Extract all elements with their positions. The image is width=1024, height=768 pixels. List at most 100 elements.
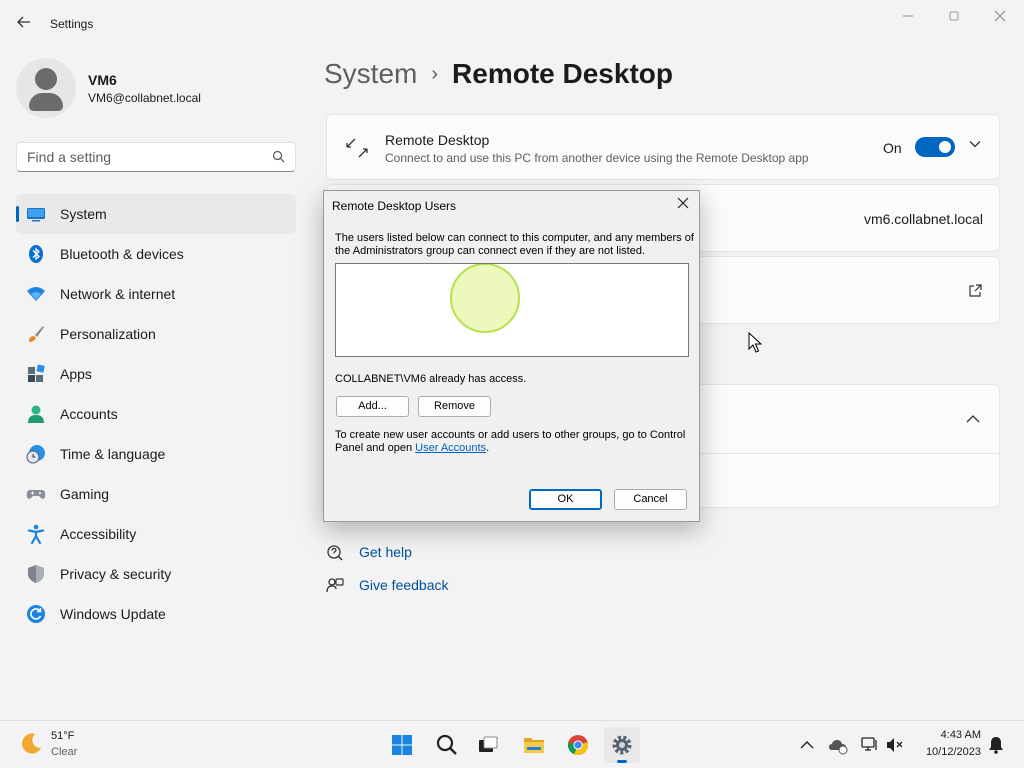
avatar[interactable] [16,58,76,118]
sidebar-item-windows-update[interactable]: Windows Update [16,594,296,634]
breadcrumb-parent[interactable]: System [324,58,417,89]
minimize-button[interactable] [892,8,924,28]
avatar-body [29,93,63,111]
sidebar-item-label: System [60,206,107,222]
chevron-up-icon[interactable] [965,411,981,427]
remove-user-button[interactable]: Remove [418,396,491,417]
taskbar: 51°F Clear 4:43 AM 10/12/2023 [0,720,1024,768]
close-icon [994,10,1006,22]
clock-date[interactable]: 10/12/2023 [926,746,981,758]
remote-desktop-card[interactable]: Remote Desktop Connect to and use this P… [326,114,1000,180]
network-icon[interactable] [860,735,880,755]
open-external-icon [969,284,982,297]
remote-desktop-title: Remote Desktop [385,132,490,148]
notification-bell-icon[interactable] [986,735,1006,755]
sidebar-item-label: Windows Update [60,606,166,622]
sidebar-item-label: Network & internet [60,286,176,302]
search-input[interactable] [27,149,267,165]
time-language-icon [26,445,45,464]
wifi-icon [27,287,45,301]
sidebar-item-personalization[interactable]: Personalization [16,314,296,354]
remote-desktop-description: Connect to and use this PC from another … [385,151,809,165]
brush-icon [29,326,44,342]
toggle-state-label: On [883,140,902,156]
close-icon [677,197,689,209]
taskbar-task-view-button[interactable] [470,727,506,763]
search-icon[interactable] [272,150,285,166]
update-icon [27,605,45,623]
sidebar-item-label: Accessibility [60,526,137,542]
taskbar-chrome-button[interactable] [560,727,596,763]
app-title: Settings [50,17,94,31]
arrow-left-icon [17,16,30,28]
weather-temperature[interactable]: 51°F [51,730,74,742]
search-box[interactable] [16,142,296,172]
remote-desktop-users-dialog: Remote Desktop Users The users listed be… [323,190,700,522]
help-icon [327,545,343,561]
taskbar-file-explorer-button[interactable] [516,727,552,763]
give-feedback-link[interactable]: Give feedback [326,575,526,597]
accessibility-icon [27,524,45,544]
sidebar-item-apps[interactable]: Apps [16,354,296,394]
sidebar-item-label: Accounts [60,406,118,422]
expand-button[interactable] [967,137,983,153]
taskbar-start-button[interactable] [384,727,420,763]
info-suffix: . [486,442,490,454]
breadcrumb-separator: › [431,63,439,85]
dialog-close-button[interactable] [673,195,693,215]
gamepad-icon [26,490,46,499]
maximize-button[interactable] [938,8,970,28]
access-status-text: COLLABNET\VM6 already has access. [335,373,527,385]
accounts-icon [28,405,44,423]
apps-icon [28,364,45,382]
sidebar-item-system[interactable]: System [16,194,296,234]
title-bar: Settings [0,0,1024,48]
sidebar-item-label: Gaming [60,486,110,502]
page-title: Remote Desktop [452,58,673,89]
weather-description[interactable]: Clear [51,746,77,758]
sidebar-item-label: Personalization [60,326,156,342]
remote-desktop-icon [346,138,368,158]
chevron-down-icon [969,141,981,148]
close-button[interactable] [984,8,1016,28]
breadcrumb: System › Remote Desktop [324,58,673,90]
user-email: VM6@collabnet.local [88,91,201,105]
sidebar-item-label: Privacy & security [60,566,172,582]
taskbar-search-button[interactable] [429,727,465,763]
give-feedback-label: Give feedback [359,577,449,593]
sidebar-item-gaming[interactable]: Gaming [16,474,296,514]
taskbar-settings-button[interactable] [604,727,640,763]
task-view-icon [479,736,498,752]
onedrive-icon[interactable] [828,735,848,755]
toggle-knob [939,141,951,153]
cancel-button[interactable]: Cancel [614,489,687,510]
minimize-icon [903,15,913,17]
clock-time[interactable]: 4:43 AM [941,729,981,741]
user-accounts-link[interactable]: User Accounts [415,442,486,454]
sidebar-item-accessibility[interactable]: Accessibility [16,514,296,554]
dialog-title: Remote Desktop Users [332,199,457,213]
folder-icon [524,738,544,753]
sidebar-item-bluetooth[interactable]: Bluetooth & devices [16,234,296,274]
shield-icon [28,565,44,583]
remote-desktop-toggle[interactable] [915,137,955,157]
add-user-button[interactable]: Add... [336,396,409,417]
volume-muted-icon[interactable] [884,735,904,755]
sidebar-item-privacy[interactable]: Privacy & security [16,554,296,594]
users-list[interactable] [335,263,689,357]
weather-moon-icon[interactable] [18,731,44,757]
chevron-up-icon[interactable] [797,735,817,755]
avatar-head [35,68,57,90]
system-icon [27,208,45,222]
pc-name-value: vm6.collabnet.local [863,211,983,227]
back-button[interactable] [14,14,34,34]
sidebar-nav: System Bluetooth & devices Network & int… [16,194,296,634]
sidebar-item-time-language[interactable]: Time & language [16,434,296,474]
get-help-label: Get help [359,544,412,560]
user-name: VM6 [88,72,117,88]
get-help-link[interactable]: Get help [326,542,526,564]
sidebar-item-accounts[interactable]: Accounts [16,394,296,434]
sidebar-item-network[interactable]: Network & internet [16,274,296,314]
dialog-info-text: To create new user accounts or add users… [335,429,695,455]
ok-button[interactable]: OK [529,489,602,510]
